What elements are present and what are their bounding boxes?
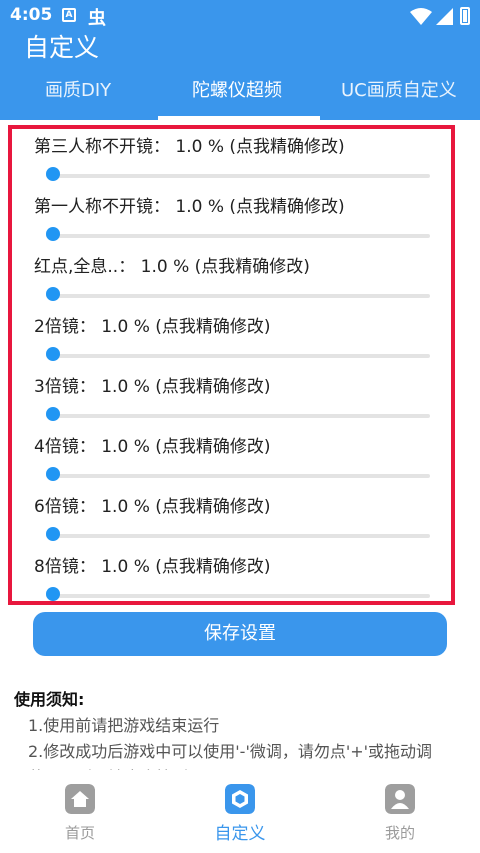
slider-thumb[interactable] [46,527,60,541]
slider-thumb[interactable] [46,287,60,301]
tab-uc-quality-custom[interactable]: UC画质自定义 [341,76,457,102]
setting-row: 红点,全息..： 1.0 % (点我精确修改) [0,252,480,312]
setting-label-4x-scope[interactable]: 4倍镜： 1.0 % (点我精确修改) [34,432,271,457]
setting-row: 第三人称不开镜： 1.0 % (点我精确修改) [0,132,480,192]
nav-mine-label: 我的 [384,824,415,842]
notification-bug-icon: 虫 [88,8,106,29]
setting-row: 6倍镜： 1.0 % (点我精确修改) [0,492,480,552]
setting-label-8x-scope[interactable]: 8倍镜： 1.0 % (点我精确修改) [34,552,271,577]
setting-row: 第一人称不开镜： 1.0 % (点我精确修改) [0,192,480,252]
slider-track[interactable] [46,234,430,238]
tab-bar: 画质DIY 陀螺仪超频 UC画质自定义 [0,68,480,120]
home-icon [65,784,95,814]
setting-label-3x-scope[interactable]: 3倍镜： 1.0 % (点我精确修改) [34,372,271,397]
slider-thumb[interactable] [46,167,60,181]
tab-gyro-overclock[interactable]: 陀螺仪超频 [192,76,282,102]
slider-track[interactable] [46,594,430,598]
nav-custom-label: 自定义 [214,824,266,844]
nav-custom[interactable]: 自定义 [160,770,320,853]
notice-line: 1.使用前请把游戏结束运行 [28,716,220,735]
nav-home[interactable]: 首页 [0,770,160,853]
setting-label-third-person[interactable]: 第三人称不开镜： 1.0 % (点我精确修改) [34,132,345,157]
slider-track[interactable] [46,474,430,478]
battery-icon [460,7,470,25]
notification-a-icon: A [62,8,76,22]
slider-track[interactable] [46,534,430,538]
slider-track[interactable] [46,354,430,358]
setting-label-first-person[interactable]: 第一人称不开镜： 1.0 % (点我精确修改) [34,192,345,217]
slider-thumb[interactable] [46,587,60,601]
nav-home-label: 首页 [64,824,95,842]
slider-track[interactable] [46,294,430,298]
slider-track[interactable] [46,174,430,178]
page-title: 自定义 [24,33,100,62]
bottom-nav: 首页 自定义 我的 [0,770,480,853]
setting-label-2x-scope[interactable]: 2倍镜： 1.0 % (点我精确修改) [34,312,271,337]
status-time: 4:05 [10,5,53,25]
setting-row: 3倍镜： 1.0 % (点我精确修改) [0,372,480,432]
slider-thumb[interactable] [46,467,60,481]
notice-title: 使用须知: [14,690,85,709]
hexagon-icon [225,784,255,814]
slider-track[interactable] [46,414,430,418]
wifi-icon [410,8,432,25]
cell-signal-icon [436,8,453,25]
slider-thumb[interactable] [46,407,60,421]
setting-row: 4倍镜： 1.0 % (点我精确修改) [0,432,480,492]
slider-thumb[interactable] [46,227,60,241]
nav-mine[interactable]: 我的 [320,770,480,853]
setting-label-red-dot[interactable]: 红点,全息..： 1.0 % (点我精确修改) [34,252,310,277]
notice-line: 2.修改成功后游戏中可以使用'-'微调，请勿点'+'或拖动调 [28,742,433,761]
setting-row: 2倍镜： 1.0 % (点我精确修改) [0,312,480,372]
setting-label-6x-scope[interactable]: 6倍镜： 1.0 % (点我精确修改) [34,492,271,517]
person-icon [385,784,415,814]
app-bar: 4:05 A 虫 自定义 画质DIY 陀螺仪超频 UC画质自定义 [0,0,480,120]
tab-indicator [158,116,320,120]
setting-row: 8倍镜： 1.0 % (点我精确修改) [0,552,480,612]
slider-thumb[interactable] [46,347,60,361]
save-settings-button[interactable]: 保存设置 [33,612,447,656]
tab-quality-diy[interactable]: 画质DIY [45,76,111,102]
